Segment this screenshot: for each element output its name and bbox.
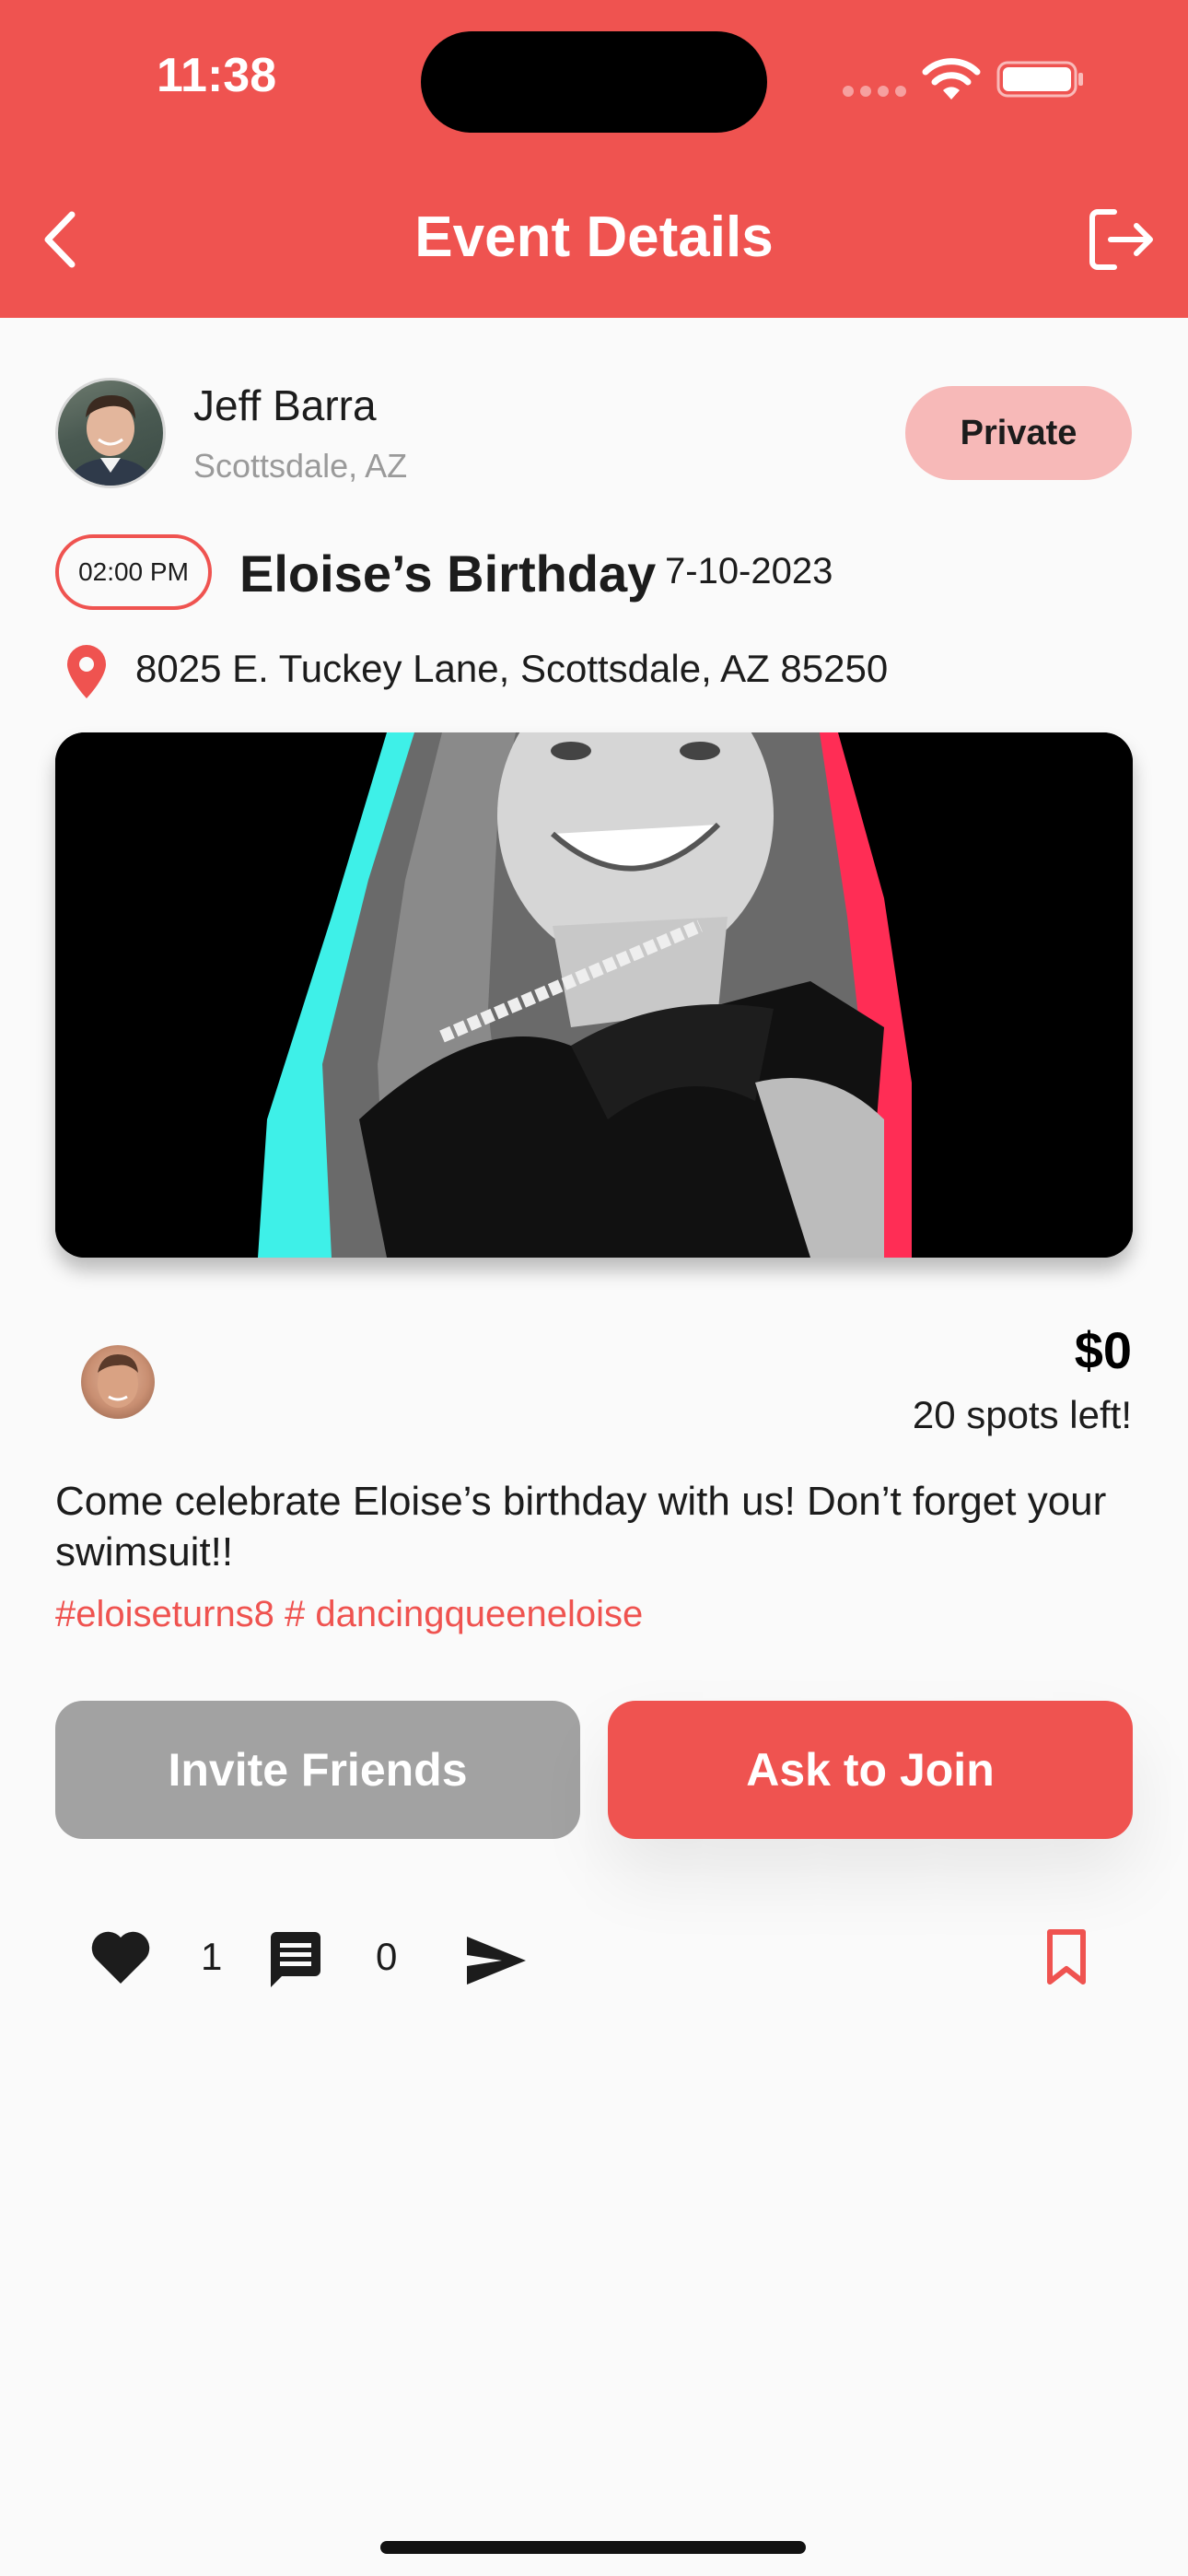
page-title: Event Details xyxy=(414,205,774,269)
event-title: Eloise’s Birthday xyxy=(239,544,657,603)
app-header: 11:38 Event Details xyxy=(0,0,1188,318)
privacy-badge: Private xyxy=(905,386,1132,480)
event-photo[interactable] xyxy=(55,732,1133,1258)
spots-remaining: 20 spots left! xyxy=(912,1393,1132,1436)
comment-count: 0 xyxy=(376,1935,398,1978)
ask-to-join-button[interactable]: Ask to Join xyxy=(608,1701,1133,1839)
heart-icon[interactable] xyxy=(90,1930,151,1985)
like-count: 1 xyxy=(201,1935,223,1978)
host-avatar[interactable] xyxy=(55,378,166,488)
host-name[interactable]: Jeff Barra xyxy=(193,381,377,430)
event-date: 7-10-2023 xyxy=(665,551,833,591)
status-time: 11:38 xyxy=(157,49,277,102)
comment-icon[interactable] xyxy=(265,1930,326,1991)
event-price: $0 xyxy=(1074,1321,1132,1379)
dynamic-island xyxy=(421,31,767,133)
event-address[interactable]: 8025 E. Tuckey Lane, Scottsdale, AZ 8525… xyxy=(135,647,888,691)
bookmark-icon[interactable] xyxy=(1044,1928,1089,1987)
location-pin-icon xyxy=(67,645,106,698)
event-time-badge: 02:00 PM xyxy=(55,534,212,610)
host-location: Scottsdale, AZ xyxy=(193,447,408,485)
event-description: Come celebrate Eloise’s birthday with us… xyxy=(55,1479,1107,1575)
attendee-avatar[interactable] xyxy=(81,1345,155,1419)
event-hashtags[interactable]: #eloiseturns8 # dancingqueeneloise xyxy=(55,1594,643,1635)
logout-icon[interactable] xyxy=(1087,207,1157,272)
wifi-icon xyxy=(922,58,981,100)
invite-friends-button[interactable]: Invite Friends xyxy=(55,1701,580,1839)
home-indicator[interactable] xyxy=(380,2541,806,2554)
battery-icon xyxy=(996,61,1083,98)
cellular-signal-icon xyxy=(843,86,907,97)
send-icon[interactable] xyxy=(465,1933,528,1988)
